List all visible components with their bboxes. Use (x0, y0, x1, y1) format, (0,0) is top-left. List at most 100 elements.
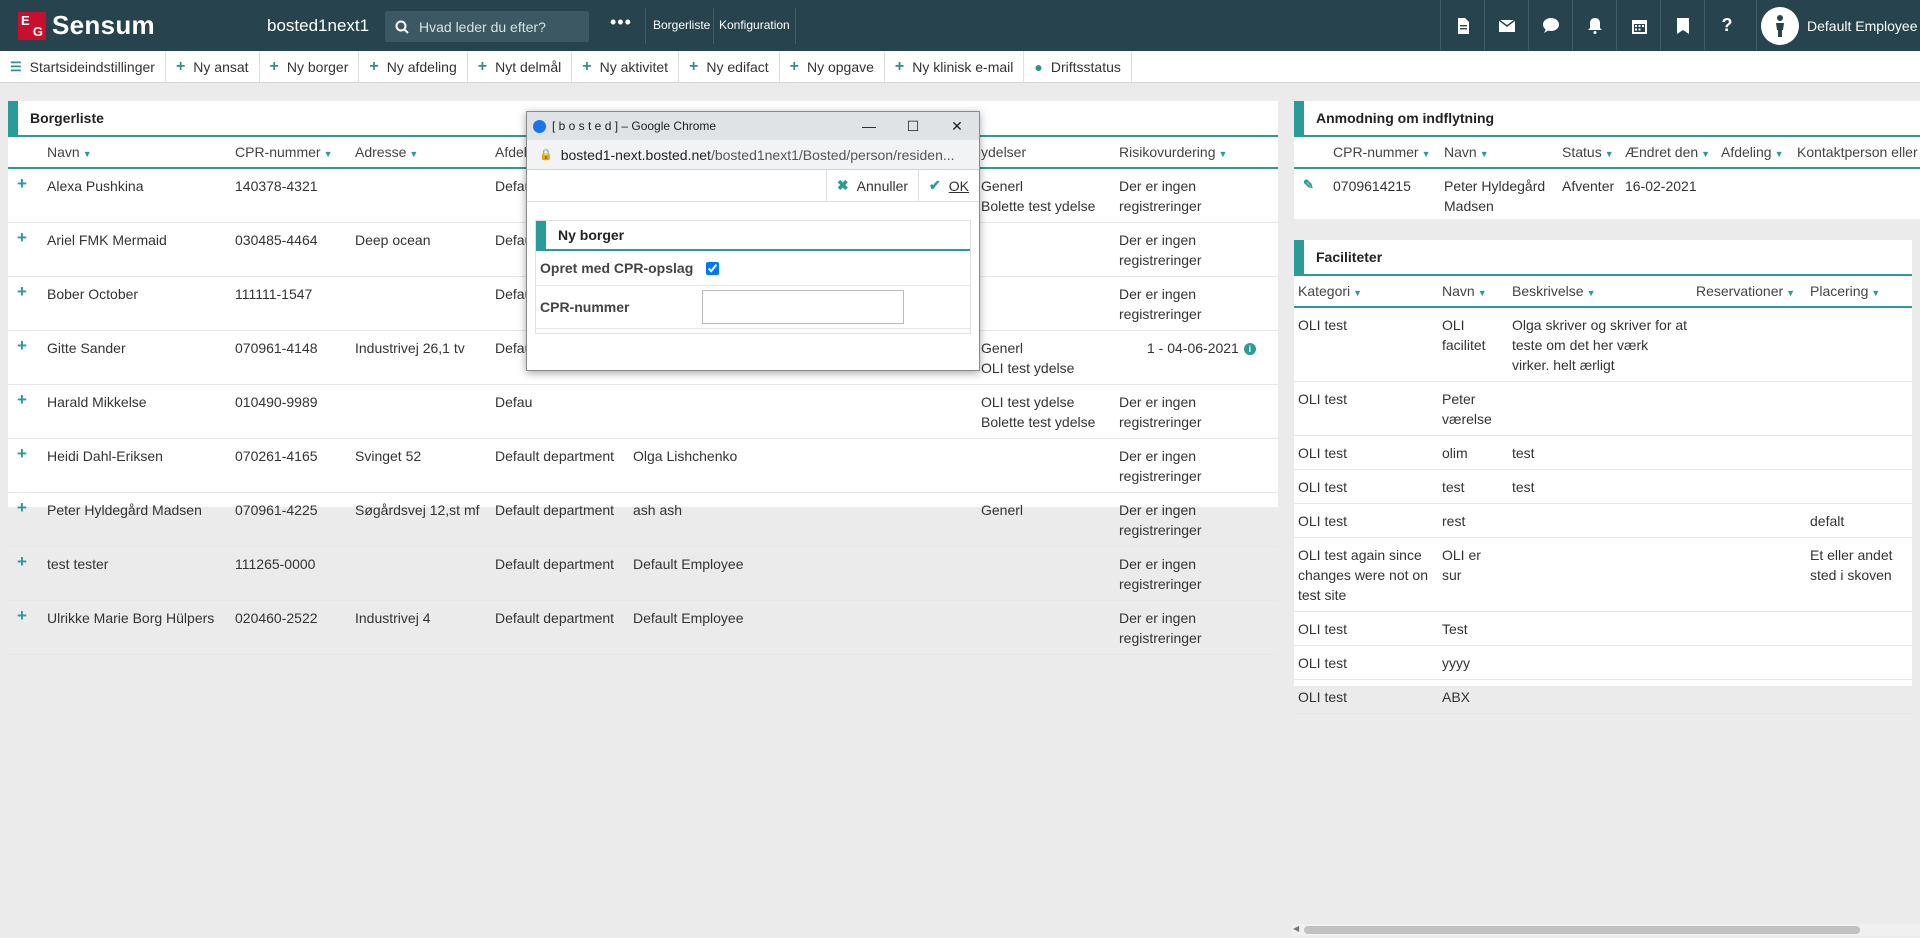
column-header-kategori[interactable]: Kategori ▼ (1294, 276, 1438, 308)
column-label: Kategori (1298, 283, 1351, 299)
cell-adresse-text: Søgårdsvej 12,st mf (355, 502, 480, 518)
action-driftsstatus[interactable]: ● Driftsstatus (1024, 51, 1132, 82)
cell-kategori: OLI test (1294, 469, 1438, 504)
table-row[interactable]: ✎ 0709614215 Peter Hyldegård Madsen Afve… (1294, 168, 1920, 219)
chat-button[interactable] (1528, 0, 1573, 51)
action-ny-ansat[interactable]: + Ny ansat (166, 51, 260, 82)
column-header-aendret[interactable]: Ændret den ▼ (1621, 137, 1717, 169)
close-window-button[interactable]: ✕ (935, 112, 979, 140)
table-row[interactable]: OLI test test test (1294, 469, 1912, 504)
action-ny-borger[interactable]: + Ny borger (260, 51, 360, 82)
action-ny-aktivitet[interactable]: + Ny aktivitet (572, 51, 680, 82)
column-header-ydelser[interactable]: ydelser (977, 137, 1115, 169)
table-row[interactable]: + test tester 111265-0000 Default departmen… (8, 546, 1278, 601)
column-header-navn[interactable]: Navn ▼ (43, 137, 231, 169)
column-header-risikovurdering[interactable]: Risikovurdering ▼ (1115, 137, 1278, 169)
action-ny-edifact[interactable]: + Ny edifact (679, 51, 780, 82)
expand-button[interactable]: + (8, 168, 43, 223)
column-header-cpr[interactable]: CPR-nummer ▼ (1329, 137, 1440, 169)
column-label: ydelser (981, 144, 1027, 160)
global-search[interactable] (385, 11, 589, 42)
action-nyt-delmaal[interactable]: + Nyt delmål (468, 51, 573, 82)
more-menu-button[interactable]: ••• (610, 12, 632, 33)
minimize-button[interactable]: — (847, 112, 891, 140)
edit-button[interactable]: ✎ (1294, 168, 1329, 219)
cpr-number-input[interactable] (702, 290, 904, 324)
instance-name[interactable]: bosted1next1 (267, 16, 369, 36)
table-row[interactable]: OLI test again since changes were not on… (1294, 537, 1912, 612)
calendar-button[interactable] (1616, 0, 1661, 51)
cell-kontakt-text: Olga Lishchenko (633, 448, 738, 464)
notifications-button[interactable] (1572, 0, 1617, 51)
cell-cpr-text: 140378-4321 (235, 178, 318, 194)
table-row[interactable]: OLI test Peter værelse (1294, 381, 1912, 436)
cell-ydelser (977, 222, 1115, 277)
cell-ydelser-text: Generl OLI test ydelse (981, 340, 1075, 376)
check-icon: ✔ (929, 177, 941, 193)
table-row[interactable]: + Harald Mikkelse 010490-9989 Defau OLI test… (8, 384, 1278, 439)
scroll-left-arrow-icon[interactable]: ◀ (1293, 924, 1299, 933)
table-row[interactable]: + Peter Hyldegård Madsen 070961-4225 Søgård… (8, 492, 1278, 547)
cpr-lookup-checkbox[interactable] (706, 261, 719, 275)
column-label: CPR-nummer (1333, 144, 1419, 160)
nav-link-konfiguration[interactable]: Konfiguration (719, 18, 790, 32)
table-row[interactable]: OLI test olim test (1294, 435, 1912, 470)
table-row[interactable]: OLI test yyyy (1294, 645, 1912, 680)
column-header-reservationer[interactable]: Reservationer ▼ (1692, 276, 1806, 308)
column-header-afdeling[interactable]: Afdeling ▼ (1717, 137, 1793, 169)
table-row[interactable]: OLI test Test (1294, 611, 1912, 646)
action-ny-klinisk-email[interactable]: + Ny klinisk e-mail (885, 51, 1025, 82)
action-ny-opgave[interactable]: + Ny opgave (780, 51, 885, 82)
expand-button[interactable]: + (8, 222, 43, 277)
expand-button[interactable]: + (8, 492, 43, 547)
info-icon[interactable]: i (1243, 343, 1256, 356)
column-header-navn[interactable]: Navn ▼ (1440, 137, 1558, 169)
user-menu[interactable]: Default Employee (1756, 0, 1918, 51)
action-startsideindstillinger[interactable]: ☰ Startsideindstillinger (0, 51, 166, 82)
ok-button[interactable]: ✔ OK (918, 170, 979, 201)
sensum-logo[interactable]: E G Sensum (18, 10, 155, 41)
mail-button[interactable] (1484, 0, 1529, 51)
expand-button[interactable]: + (8, 384, 43, 439)
settings-sliders-icon: ☰ (10, 58, 22, 74)
cancel-button[interactable]: ✖ Annuller (825, 170, 918, 201)
cell-reservationer (1692, 679, 1806, 714)
window-titlebar[interactable]: [ b o s t e d ] – Google Chrome — ☐ ✕ (527, 112, 979, 140)
maximize-button[interactable]: ☐ (891, 112, 935, 140)
expand-button[interactable]: + (8, 276, 43, 331)
table-row[interactable]: OLI test rest defalt (1294, 503, 1912, 538)
expand-button[interactable]: + (8, 546, 43, 601)
search-input[interactable] (417, 17, 581, 36)
cell-navn: OLI er sur (1438, 537, 1508, 612)
table-row[interactable]: + Heidi Dahl-Eriksen 070261-4165 Svinget 52… (8, 438, 1278, 493)
action-label: Ny borger (286, 58, 349, 75)
expand-button[interactable]: + (8, 330, 43, 385)
bookmark-button[interactable] (1660, 0, 1705, 51)
column-header-adresse[interactable]: Adresse ▼ (351, 137, 491, 169)
column-header-beskrivelse[interactable]: Beskrivelse ▼ (1508, 276, 1692, 308)
scrollbar-thumb[interactable] (1304, 926, 1860, 934)
horizontal-scrollbar[interactable]: ◀ (1292, 924, 1920, 936)
column-header-navn[interactable]: Navn ▼ (1438, 276, 1508, 308)
column-header-status[interactable]: Status ▼ (1558, 137, 1621, 169)
column-header-kontaktperson[interactable]: Kontaktperson eller t (1793, 137, 1920, 169)
help-button[interactable]: ? (1704, 0, 1749, 51)
action-ny-afdeling[interactable]: + Ny afdeling (359, 51, 468, 82)
cell-reservationer (1692, 645, 1806, 680)
table-row[interactable]: + Ulrikke Marie Borg Hülpers 020460-2522 In… (8, 600, 1278, 655)
cell-ydelser: Generl (977, 492, 1115, 547)
cell-beskrivelse (1508, 503, 1692, 538)
address-bar[interactable]: 🔒 bosted1-next.bosted.net/bosted1next1/B… (527, 140, 979, 170)
column-header-cpr[interactable]: CPR-nummer ▼ (231, 137, 351, 169)
cell-cpr-text: 010490-9989 (235, 394, 318, 410)
cell-navn: Test (1438, 611, 1508, 646)
nav-link-borgerliste[interactable]: Borgerliste (653, 18, 710, 32)
table-row[interactable]: OLI test ABX (1294, 679, 1912, 714)
expand-button[interactable]: + (8, 438, 43, 493)
column-label: Ændret den (1625, 144, 1699, 160)
column-header-placering[interactable]: Placering ▼ (1806, 276, 1912, 308)
expand-button[interactable]: + (8, 600, 43, 655)
table-row[interactable]: OLI test OLI facilitet Olga skriver og skr… (1294, 307, 1912, 382)
cell-adresse (351, 384, 491, 439)
document-button[interactable] (1440, 0, 1485, 51)
